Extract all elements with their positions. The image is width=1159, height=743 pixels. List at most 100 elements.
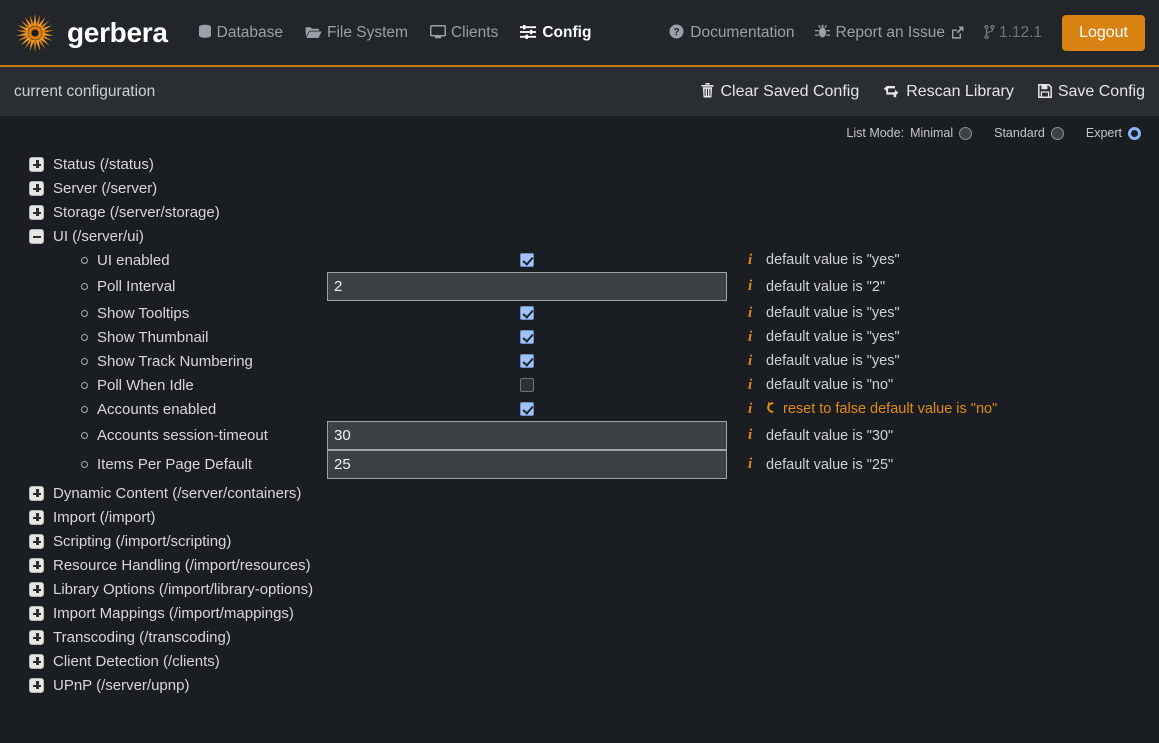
info-icon[interactable]: i	[748, 278, 754, 295]
version-indicator: 1.12.1	[984, 24, 1042, 42]
setting-info-cell: idefault value is "yes"	[727, 252, 1145, 269]
setting-control-cell	[327, 378, 727, 392]
setting-label: Items Per Page Default	[97, 456, 252, 473]
config-tree-item-node[interactable]: Library Options (/import/library-options…	[14, 577, 1145, 601]
nav-item-config[interactable]: Config	[520, 24, 591, 42]
config-tree-item-node[interactable]: Import Mappings (/import/mappings)	[14, 601, 1145, 625]
nav-label: File System	[327, 24, 408, 42]
clear-saved-config-button[interactable]: Clear Saved Config	[701, 83, 859, 101]
setting-info-cell: i default value is "yes"	[727, 329, 1145, 346]
info-icon[interactable]: i	[748, 329, 754, 346]
radio-minimal[interactable]	[959, 127, 972, 140]
setting-checkbox[interactable]	[520, 402, 534, 416]
setting-row: Poll Intervalidefault value is "2"	[14, 272, 1145, 301]
tree-node-label: Import Mappings (/import/mappings)	[53, 605, 294, 622]
expand-icon[interactable]	[29, 205, 44, 220]
expand-icon[interactable]	[29, 157, 44, 172]
config-tree-item-node[interactable]: UI (/server/ui)	[14, 224, 1145, 248]
config-tree-item-node[interactable]: UPnP (/server/upnp)	[14, 673, 1145, 697]
setting-checkbox[interactable]	[520, 378, 534, 392]
expand-icon[interactable]	[29, 486, 44, 501]
setting-control-cell	[327, 421, 727, 450]
setting-text-input[interactable]	[327, 450, 727, 479]
tree-node-label: Storage (/server/storage)	[53, 204, 220, 221]
default-value-text: default value is "2"	[766, 279, 885, 295]
info-icon[interactable]: i	[748, 377, 754, 394]
setting-control-cell	[327, 402, 727, 416]
gerbera-flower-logo-icon	[14, 12, 56, 54]
config-tree-item-node[interactable]: Client Detection (/clients)	[14, 649, 1145, 673]
main-nav: Database File System Clients Config	[198, 24, 592, 42]
setting-row: Accounts session-timeoutidefault value i…	[14, 421, 1145, 450]
setting-text-input[interactable]	[327, 272, 727, 301]
expand-icon[interactable]	[29, 654, 44, 669]
config-tree-item-node[interactable]: Resource Handling (/import/resources)	[14, 553, 1145, 577]
info-icon[interactable]: i	[748, 305, 754, 322]
info-icon[interactable]: i	[748, 252, 754, 269]
nav-label: Documentation	[690, 24, 794, 42]
config-tree-item-node[interactable]: Transcoding (/transcoding)	[14, 625, 1145, 649]
setting-text-input[interactable]	[327, 421, 727, 450]
list-mode-option-minimal[interactable]: List Mode: Minimal	[846, 126, 972, 140]
rescan-library-button[interactable]: Rescan Library	[883, 83, 1014, 101]
toolbar-action-label: Save Config	[1058, 83, 1145, 101]
config-tree-item-node[interactable]: Import (/import)	[14, 505, 1145, 529]
logout-button[interactable]: Logout	[1062, 15, 1145, 51]
expand-icon[interactable]	[29, 606, 44, 621]
config-content: List Mode: Minimal Standard Expert Statu…	[0, 116, 1159, 697]
list-mode-prefix-label: List Mode:	[846, 126, 904, 140]
brand-logo-link[interactable]: gerbera	[14, 12, 168, 54]
setting-checkbox[interactable]	[520, 330, 534, 344]
nav-item-database[interactable]: Database	[198, 24, 283, 42]
info-icon[interactable]: i	[748, 401, 754, 418]
setting-row: Items Per Page Default i default value is …	[14, 450, 1145, 479]
setting-info-cell: idefault value is "30"	[727, 427, 1145, 444]
nav-item-file-system[interactable]: File System	[305, 24, 408, 42]
expand-icon[interactable]	[29, 678, 44, 693]
config-tree-item-node[interactable]: Dynamic Content (/server/containers)	[14, 481, 1145, 505]
setting-checkbox[interactable]	[520, 306, 534, 320]
tree-node-label: Library Options (/import/library-options…	[53, 581, 313, 598]
config-tree-item-node[interactable]: Storage (/server/storage)	[14, 200, 1145, 224]
info-icon[interactable]: i	[748, 456, 754, 473]
setting-info-cell: idefault value is "no"	[727, 377, 1145, 394]
nav-item-report-an-issue[interactable]: Report an Issue	[815, 24, 964, 42]
nav-label: Report an Issue	[836, 24, 945, 42]
expand-icon[interactable]	[29, 510, 44, 525]
tree-node-label: Resource Handling (/import/resources)	[53, 557, 311, 574]
tree-node-label: Status (/status)	[53, 156, 154, 173]
nav-label: Database	[217, 24, 283, 42]
info-icon[interactable]: i	[748, 427, 754, 444]
tree-node-label: Scripting (/import/scripting)	[53, 533, 231, 550]
reset-label: reset to false default value is "no"	[783, 401, 997, 417]
setting-checkbox[interactable]	[520, 354, 534, 368]
expand-icon[interactable]	[29, 558, 44, 573]
collapse-icon[interactable]	[29, 229, 44, 244]
setting-label-cell: Show Track Numbering	[14, 353, 327, 370]
save-config-button[interactable]: Save Config	[1038, 83, 1145, 101]
setting-label: Show Tooltips	[97, 305, 189, 322]
expand-icon[interactable]	[29, 181, 44, 196]
radio-standard[interactable]	[1051, 127, 1064, 140]
expand-icon[interactable]	[29, 582, 44, 597]
setting-label-cell: Accounts enabled	[14, 401, 327, 418]
config-tree-item-node[interactable]: Status (/status)	[14, 152, 1145, 176]
expand-icon[interactable]	[29, 630, 44, 645]
reset-to-default-link[interactable]: reset to false default value is "no"	[766, 401, 997, 418]
radio-expert[interactable]	[1128, 127, 1141, 140]
list-mode-option-expert[interactable]: Expert	[1086, 126, 1141, 140]
tree-node-label: Dynamic Content (/server/containers)	[53, 485, 301, 502]
nav-label: Clients	[451, 24, 498, 42]
default-value-text: default value is "25"	[766, 457, 893, 473]
nav-item-clients[interactable]: Clients	[430, 24, 498, 42]
default-value-text: default value is "yes"	[766, 329, 900, 345]
setting-checkbox[interactable]	[520, 253, 534, 267]
config-tree-item-node[interactable]: Server (/server)	[14, 176, 1145, 200]
nav-item-documentation[interactable]: ? Documentation	[669, 24, 794, 42]
list-mode-option-standard[interactable]: Standard	[994, 126, 1064, 140]
setting-label-cell: Show Thumbnail	[14, 329, 327, 346]
expand-icon[interactable]	[29, 534, 44, 549]
setting-row: Show Track Numberingidefault value is "y…	[14, 349, 1145, 373]
config-tree-item-node[interactable]: Scripting (/import/scripting)	[14, 529, 1145, 553]
info-icon[interactable]: i	[748, 353, 754, 370]
